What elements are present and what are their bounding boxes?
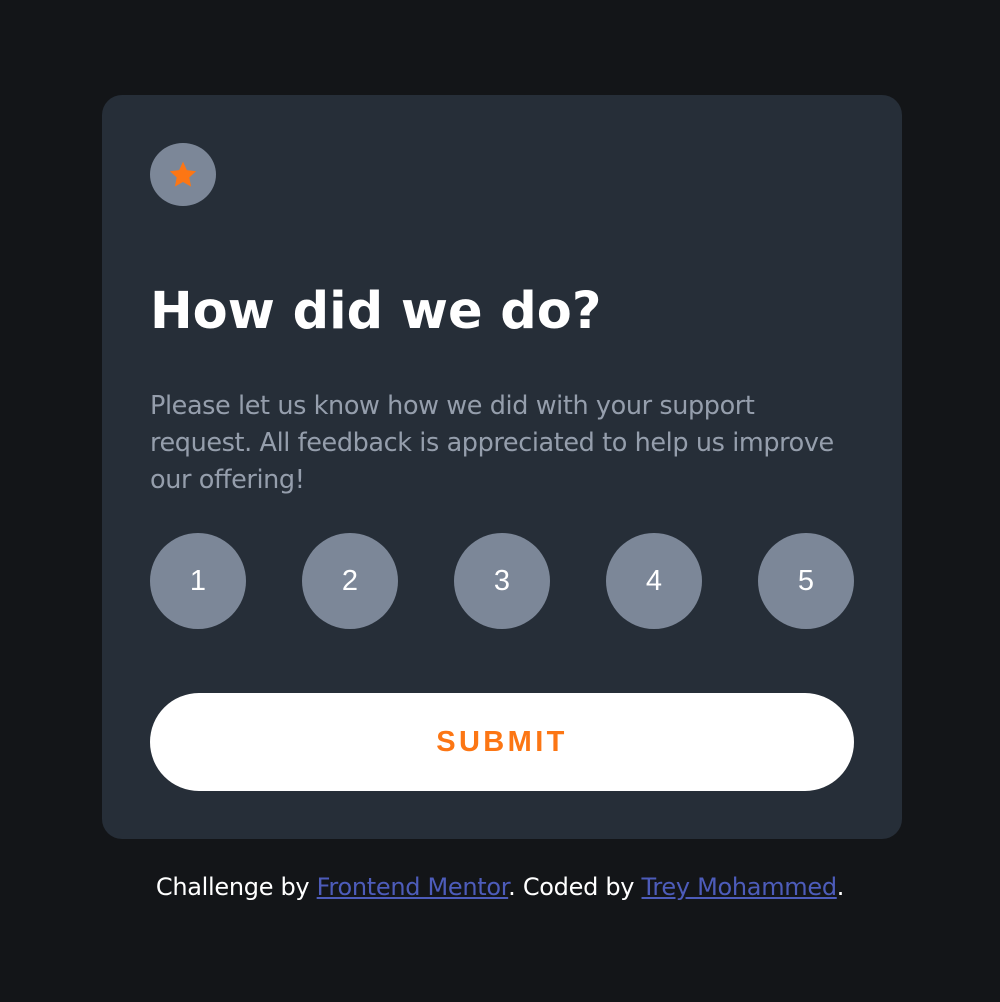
attribution-middle: . Coded by <box>508 873 642 901</box>
submit-button[interactable]: SUBMIT <box>150 693 854 791</box>
attribution-prefix: Challenge by <box>155 873 317 901</box>
rating-button-1[interactable]: 1 <box>150 533 246 629</box>
rating-button-3[interactable]: 3 <box>454 533 550 629</box>
rating-options: 1 2 3 4 5 <box>150 533 854 629</box>
attribution: Challenge by Frontend Mentor. Coded by T… <box>0 868 1000 906</box>
author-link[interactable]: Trey Mohammed <box>642 873 838 901</box>
rating-button-5[interactable]: 5 <box>758 533 854 629</box>
star-icon <box>169 161 197 187</box>
rating-card: How did we do? Please let us know how we… <box>102 95 902 839</box>
attribution-suffix: . <box>836 873 845 901</box>
card-description: Please let us know how we did with your … <box>150 391 834 495</box>
card-title: How did we do? <box>150 282 602 341</box>
rating-button-4[interactable]: 4 <box>606 533 702 629</box>
rating-button-2[interactable]: 2 <box>302 533 398 629</box>
frontend-mentor-link[interactable]: Frontend Mentor <box>317 873 509 901</box>
star-badge <box>150 143 216 206</box>
